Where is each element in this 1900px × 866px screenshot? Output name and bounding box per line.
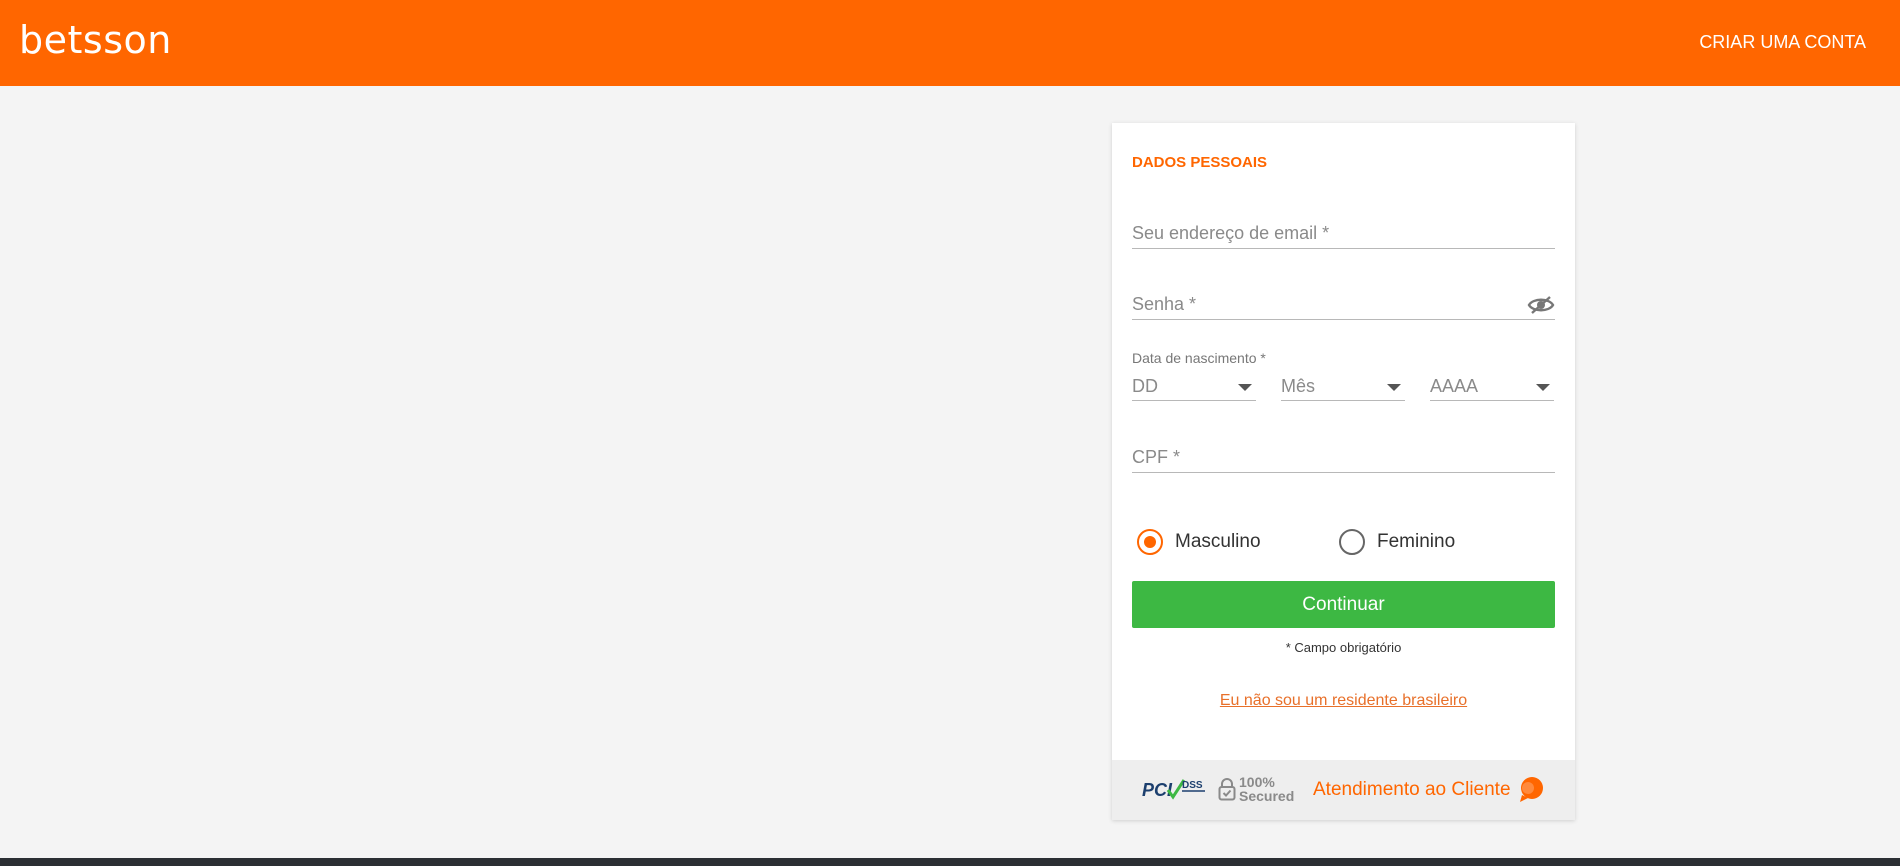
eye-slash-icon[interactable] bbox=[1527, 294, 1555, 316]
customer-support-link[interactable]: Atendimento ao Cliente bbox=[1313, 779, 1511, 801]
cpf-field-wrapper bbox=[1132, 443, 1555, 473]
dss-text: DSS bbox=[1182, 780, 1203, 791]
betsson-logo[interactable]: betsson bbox=[19, 18, 172, 62]
year-select-value: AAAA bbox=[1430, 376, 1479, 396]
cpf-field[interactable] bbox=[1132, 443, 1555, 472]
day-select[interactable]: DD bbox=[1132, 371, 1256, 401]
card-footer: PCI DSS 100% Secured Atendimento ao Clie… bbox=[1112, 760, 1575, 820]
chevron-down-icon bbox=[1238, 384, 1252, 391]
month-select-value: Mês bbox=[1281, 376, 1316, 396]
required-note: * Campo obrigatório bbox=[1285, 640, 1402, 655]
email-field-wrapper bbox=[1132, 219, 1555, 249]
section-title: DADOS PESSOAIS bbox=[1132, 154, 1268, 171]
chat-bubble-icon[interactable] bbox=[1517, 775, 1545, 803]
gender-label-male: Masculino bbox=[1175, 531, 1261, 552]
gender-radio-male[interactable]: Masculino bbox=[1137, 529, 1261, 555]
gender-radio-female[interactable]: Feminino bbox=[1339, 529, 1455, 555]
month-select[interactable]: Mês bbox=[1281, 371, 1405, 401]
secured-text: 100% Secured bbox=[1239, 775, 1294, 803]
pci-dss-badge: PCI DSS bbox=[1142, 779, 1205, 800]
create-account-link[interactable]: CRIAR UMA CONTA bbox=[1699, 32, 1866, 53]
secured-line-1: 100% bbox=[1239, 774, 1275, 790]
gender-radio-group: Masculino Feminino bbox=[1137, 529, 1555, 559]
gender-label-female: Feminino bbox=[1377, 531, 1456, 552]
password-field-wrapper bbox=[1132, 290, 1555, 320]
secured-line-2: Secured bbox=[1239, 788, 1295, 804]
page-footer-strip bbox=[0, 858, 1900, 866]
radio-checked-icon bbox=[1137, 529, 1163, 555]
not-resident-link[interactable]: Eu não sou um residente brasileiro bbox=[1132, 692, 1555, 710]
password-field[interactable] bbox=[1132, 290, 1555, 319]
registration-card: DADOS PESSOAIS Data de nascimento * DD M… bbox=[1112, 123, 1575, 820]
dob-label: Data de nascimento * bbox=[1132, 350, 1266, 366]
radio-unchecked-icon bbox=[1339, 529, 1365, 555]
email-field[interactable] bbox=[1132, 219, 1555, 248]
continue-button[interactable]: Continuar bbox=[1132, 581, 1555, 628]
secured-badge: 100% Secured bbox=[1218, 774, 1294, 804]
day-select-value: DD bbox=[1132, 376, 1158, 396]
lock-icon bbox=[1218, 778, 1236, 801]
year-select[interactable]: AAAA bbox=[1430, 371, 1554, 401]
chevron-down-icon bbox=[1536, 384, 1550, 391]
top-bar: betsson CRIAR UMA CONTA bbox=[0, 0, 1900, 86]
chevron-down-icon bbox=[1387, 384, 1401, 391]
